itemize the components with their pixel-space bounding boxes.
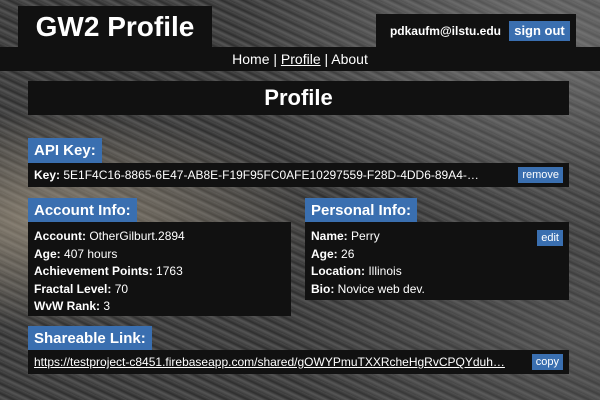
name-value: Perry <box>351 229 380 243</box>
age-value: 407 hours <box>64 246 118 261</box>
nav-profile-link[interactable]: Profile <box>281 51 321 67</box>
location-value: Illinois <box>368 264 402 278</box>
sign-out-button[interactable]: sign out <box>509 21 570 41</box>
copy-button[interactable]: copy <box>531 354 563 370</box>
user-box: pdkaufm@ilstu.edu sign out <box>376 14 576 48</box>
api-key-text: Key: 5E1F4C16-8865-6E47-AB8E-F19F95FC0AF… <box>34 168 479 182</box>
age-label: Age: <box>34 246 61 261</box>
personal-age-label: Age: <box>311 246 338 261</box>
edit-button[interactable]: edit <box>537 230 563 246</box>
account-info-panel: Account: OtherGilburt.2894 Age: 407 hour… <box>28 222 291 316</box>
achievement-points-row: Achievement Points: 1763 <box>34 263 285 281</box>
bio-value: Novice web dev. <box>337 281 425 296</box>
user-email: pdkaufm@ilstu.edu <box>389 24 501 38</box>
personal-info-panel: edit Name: Perry Age: 26 Location: Illin… <box>305 222 569 300</box>
account-info-heading: Account Info: <box>28 198 137 223</box>
personal-info-heading: Personal Info: <box>305 198 418 223</box>
bio-label: Bio: <box>311 281 335 296</box>
location-label: Location: <box>311 264 365 278</box>
age-row: Age: 407 hours <box>34 246 285 264</box>
nav-separator: | <box>273 51 278 67</box>
achievement-points-value: 1763 <box>156 264 183 278</box>
account-row: Account: OtherGilburt.2894 <box>34 228 285 246</box>
achievement-points-label: Achievement Points: <box>34 264 153 278</box>
name-row: Name: Perry <box>311 228 563 246</box>
account-value: OtherGilburt.2894 <box>89 229 185 243</box>
nav-home-link[interactable]: Home <box>232 51 269 67</box>
location-row: Location: Illinois <box>311 263 563 281</box>
name-label: Name: <box>311 229 348 243</box>
api-key-label: Key: <box>34 168 61 182</box>
remove-key-button[interactable]: remove <box>518 167 563 183</box>
personal-age-value: 26 <box>341 246 355 261</box>
nav-about-link[interactable]: About <box>331 51 368 67</box>
wvw-rank-row: WvW Rank: 3 <box>34 298 285 316</box>
shareable-link-panel: https://testproject-c8451.firebaseapp.co… <box>28 350 569 374</box>
fractal-level-row: Fractal Level: 70 <box>34 281 285 299</box>
wvw-rank-value: 3 <box>103 299 111 313</box>
api-key-heading: API Key: <box>28 138 102 163</box>
account-label: Account: <box>34 229 86 243</box>
app-logo[interactable]: GW2 Profile <box>18 6 212 48</box>
shareable-link-heading: Shareable Link: <box>28 326 152 351</box>
fractal-level-label: Fractal Level: <box>34 281 112 296</box>
nav-bar: Home | Profile | About <box>0 47 600 71</box>
wvw-rank-label: WvW Rank: <box>34 299 100 313</box>
fractal-level-value: 70 <box>114 281 129 296</box>
api-key-value: 5E1F4C16-8865-6E47-AB8E-F19F95FC0AFE1029… <box>63 168 479 182</box>
api-key-panel: Key: 5E1F4C16-8865-6E47-AB8E-F19F95FC0AF… <box>28 163 569 187</box>
bio-row: Bio: Novice web dev. <box>311 281 563 299</box>
page-title: Profile <box>28 81 569 115</box>
personal-age-row: Age: 26 <box>311 246 563 264</box>
nav-separator: | <box>324 51 329 67</box>
shareable-link[interactable]: https://testproject-c8451.firebaseapp.co… <box>34 355 524 369</box>
